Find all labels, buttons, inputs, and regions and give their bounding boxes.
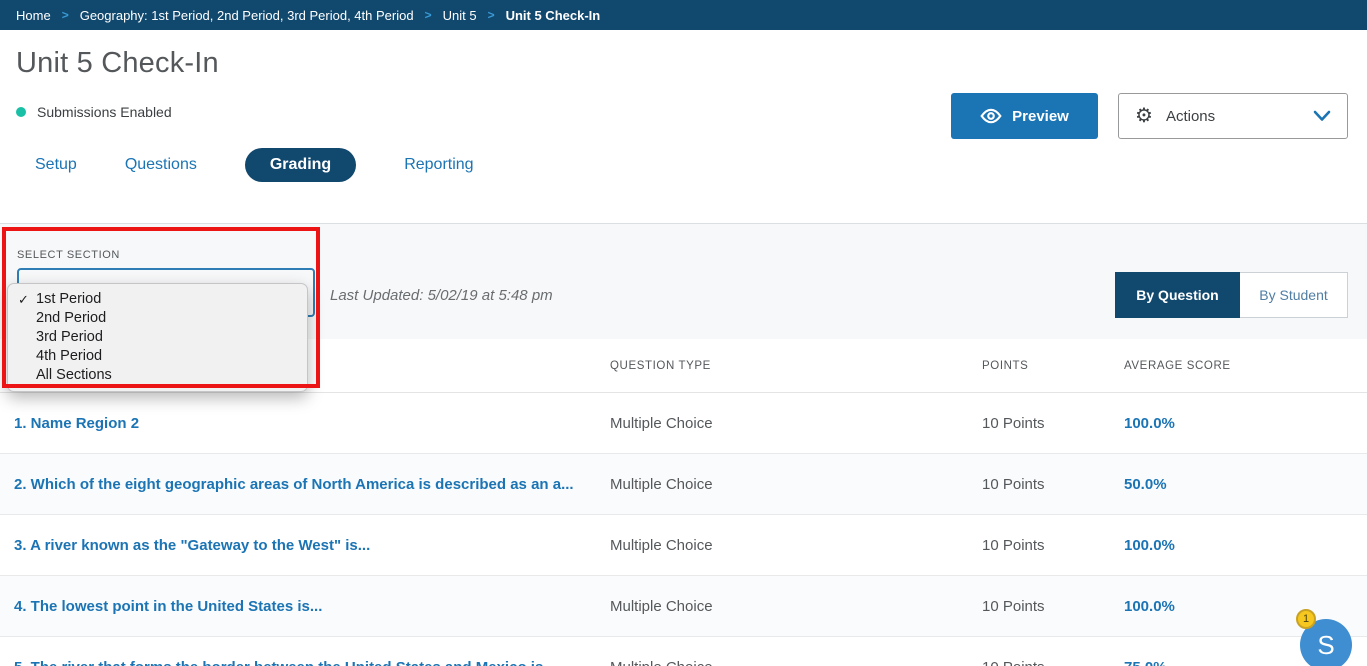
table-row: 1. Name Region 2 Multiple Choice 10 Poin… [0, 393, 1367, 454]
dropdown-option-4th-period[interactable]: 4th Period [8, 347, 307, 366]
dropdown-option-label: 2nd Period [36, 310, 106, 326]
question-type-cell: Multiple Choice [610, 659, 982, 666]
by-question-toggle[interactable]: By Question [1115, 272, 1240, 318]
average-score-cell: 50.0% [1124, 476, 1367, 493]
actions-button-label: Actions [1166, 108, 1215, 125]
points-cell: 10 Points [982, 415, 1124, 432]
actions-button[interactable]: ⚙ Actions [1118, 93, 1348, 139]
question-type-header: QUESTION TYPE [610, 360, 982, 372]
question-link[interactable]: 1. Name Region 2 [0, 415, 610, 432]
page-title: Unit 5 Check-In [16, 47, 1351, 80]
points-cell: 10 Points [982, 659, 1124, 666]
breadcrumb-home[interactable]: Home [16, 8, 51, 23]
points-cell: 10 Points [982, 537, 1124, 554]
check-icon: ✓ [18, 290, 29, 309]
breadcrumb-course[interactable]: Geography: 1st Period, 2nd Period, 3rd P… [80, 8, 414, 23]
table-row: 3. A river known as the "Gateway to the … [0, 515, 1367, 576]
breadcrumb-unit[interactable]: Unit 5 [443, 8, 477, 23]
question-link[interactable]: 5. The river that forms the border betwe… [0, 659, 610, 666]
dropdown-option-label: 3rd Period [36, 329, 103, 345]
average-score-header: AVERAGE SCORE [1124, 360, 1367, 372]
question-link[interactable]: 2. Which of the eight geographic areas o… [0, 476, 610, 493]
table-row: 4. The lowest point in the United States… [0, 576, 1367, 637]
dropdown-option-3rd-period[interactable]: 3rd Period [8, 328, 307, 347]
table-row: 5. The river that forms the border betwe… [0, 637, 1367, 666]
view-toggle: By Question By Student [1115, 272, 1348, 318]
section-dropdown-menu: ✓ 1st Period 2nd Period 3rd Period 4th P… [7, 283, 308, 392]
eye-icon [980, 108, 1002, 124]
dropdown-option-label: 1st Period [36, 291, 101, 307]
tab-setup[interactable]: Setup [35, 156, 77, 174]
tab-reporting[interactable]: Reporting [404, 156, 473, 174]
tab-grading[interactable]: Grading [245, 148, 356, 182]
dropdown-option-2nd-period[interactable]: 2nd Period [8, 309, 307, 328]
question-link[interactable]: 3. A river known as the "Gateway to the … [0, 537, 610, 554]
points-cell: 10 Points [982, 476, 1124, 493]
preview-button[interactable]: Preview [951, 93, 1098, 139]
table-row: 2. Which of the eight geographic areas o… [0, 454, 1367, 515]
last-updated-text: Last Updated: 5/02/19 at 5:48 pm [330, 287, 553, 304]
average-score-cell: 100.0% [1124, 415, 1367, 432]
average-score-cell: 100.0% [1124, 598, 1367, 615]
notification-badge: 1 [1296, 609, 1316, 629]
preview-button-label: Preview [1012, 108, 1069, 125]
question-type-cell: Multiple Choice [610, 537, 982, 554]
dropdown-option-label: All Sections [36, 367, 112, 383]
question-type-cell: Multiple Choice [610, 415, 982, 432]
status-dot-icon [16, 107, 26, 117]
points-cell: 10 Points [982, 598, 1124, 615]
dropdown-option-label: 4th Period [36, 348, 102, 364]
question-type-cell: Multiple Choice [610, 476, 982, 493]
page-header: Unit 5 Check-In Submissions Enabled Prev… [0, 30, 1367, 120]
breadcrumb-separator: > [425, 8, 432, 22]
dropdown-option-all-sections[interactable]: All Sections [8, 366, 307, 385]
breadcrumb-separator: > [488, 8, 495, 22]
tab-questions[interactable]: Questions [125, 156, 197, 174]
breadcrumb-current-page: Unit 5 Check-In [506, 8, 601, 23]
points-header: POINTS [982, 360, 1124, 372]
status-text: Submissions Enabled [37, 104, 172, 120]
tab-bar: Setup Questions Grading Reporting [0, 148, 1367, 182]
dropdown-option-1st-period[interactable]: ✓ 1st Period [8, 290, 307, 309]
breadcrumb: Home > Geography: 1st Period, 2nd Period… [0, 0, 1367, 30]
chevron-down-icon [1313, 110, 1331, 122]
average-score-cell: 100.0% [1124, 537, 1367, 554]
breadcrumb-separator: > [62, 8, 69, 22]
question-type-cell: Multiple Choice [610, 598, 982, 615]
question-link[interactable]: 4. The lowest point in the United States… [0, 598, 610, 615]
select-section-label: SELECT SECTION [17, 249, 120, 261]
gear-icon: ⚙ [1135, 106, 1153, 126]
by-student-toggle[interactable]: By Student [1240, 272, 1348, 318]
